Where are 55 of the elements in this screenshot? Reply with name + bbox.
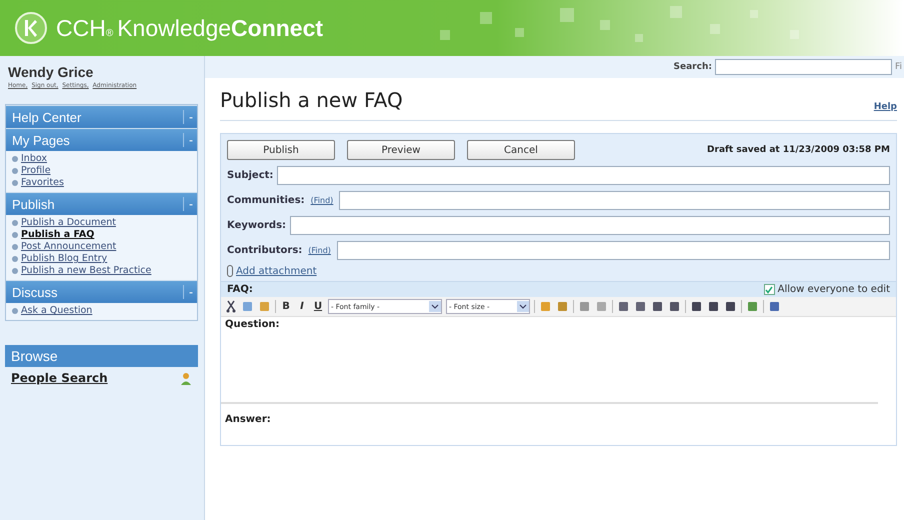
- input-field[interactable]: [336, 241, 890, 260]
- format-button[interactable]: U: [312, 301, 324, 312]
- field-label: Contributors:: [227, 245, 302, 256]
- section-title: Publish: [12, 196, 55, 212]
- form-button[interactable]: Preview: [347, 140, 455, 160]
- checkbox-label: Allow everyone to edit: [778, 284, 890, 295]
- bullet-icon: [12, 180, 18, 186]
- form-button[interactable]: Publish: [227, 140, 335, 160]
- paperclip-icon: [227, 265, 233, 277]
- add-attachment-link[interactable]: Add attachment: [236, 266, 317, 276]
- user-name: Wendy Grice: [8, 64, 94, 80]
- editor-label: FAQ:: [227, 284, 253, 295]
- people-search-link[interactable]: People Search: [11, 371, 108, 385]
- bullet-icon: [12, 308, 18, 314]
- sidebar-link[interactable]: Publish a FAQ: [21, 229, 181, 241]
- sidebar-link[interactable]: Inbox: [21, 153, 181, 165]
- answer-label: Answer:: [224, 413, 272, 427]
- sidebar-link[interactable]: Profile: [21, 165, 181, 177]
- field-label: Keywords:: [227, 220, 286, 231]
- sidebar-link[interactable]: Post Announcement: [21, 241, 181, 253]
- bullet-icon: [12, 220, 18, 226]
- bullet-icon: [12, 168, 18, 174]
- help-link[interactable]: Help: [874, 102, 897, 112]
- input-field[interactable]: [290, 216, 890, 235]
- form-button[interactable]: Cancel: [467, 140, 575, 160]
- question-label: Question:: [224, 318, 281, 332]
- checkbox[interactable]: [764, 284, 775, 295]
- field-label: Subject:: [227, 170, 274, 181]
- sidebar-link[interactable]: Publish a new Best Practice: [21, 265, 181, 277]
- search-field[interactable]: [714, 59, 892, 75]
- logo-icon: [14, 11, 48, 45]
- format-button[interactable]: I: [296, 301, 308, 312]
- bullet-icon: [12, 244, 18, 250]
- sidebar-link[interactable]: Favorites: [21, 177, 181, 189]
- sidebar-link[interactable]: Publish Blog Entry: [21, 253, 181, 265]
- section-title: My Pages: [12, 132, 70, 148]
- find-link[interactable]: (Find): [308, 246, 331, 255]
- page-title: Publish a new FAQ: [220, 88, 403, 112]
- section-title: Discuss: [12, 284, 58, 300]
- input-field[interactable]: [339, 191, 890, 210]
- draft-status: Draft saved at 11/23/2009 03:58 PM: [707, 145, 890, 155]
- section-header: Browse: [5, 345, 198, 367]
- input-field[interactable]: [277, 166, 890, 185]
- field-label: Communities:: [227, 195, 305, 206]
- bullet-icon: [12, 156, 18, 162]
- sidebar-link[interactable]: Publish a Document: [21, 217, 181, 229]
- cut-icon[interactable]: [225, 300, 237, 313]
- find-link[interactable]: (Find): [310, 196, 334, 205]
- bullet-icon: [12, 256, 18, 262]
- bullet-icon: [12, 232, 18, 238]
- person-icon: [180, 372, 192, 384]
- bullet-icon: [12, 268, 18, 274]
- search-label: Search:: [674, 62, 712, 72]
- section-title: Help Center: [12, 110, 82, 124]
- format-button[interactable]: B: [280, 301, 292, 312]
